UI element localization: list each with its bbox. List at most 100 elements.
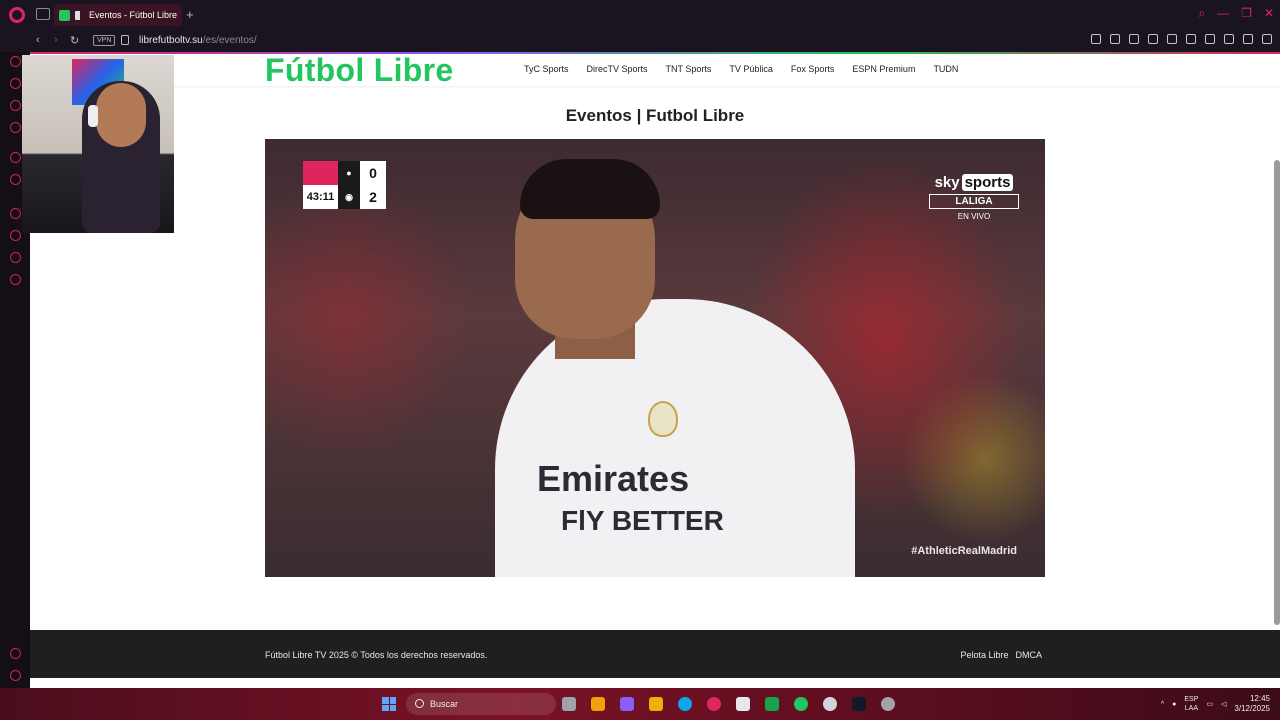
url-path: /es/eventos/ bbox=[202, 35, 257, 46]
volume-icon[interactable]: ◁ bbox=[1221, 700, 1226, 708]
page-title: Eventos | Futbol Libre bbox=[565, 106, 745, 125]
task-view-icon[interactable] bbox=[562, 697, 576, 711]
forward-icon[interactable]: › bbox=[54, 34, 58, 46]
club-crest-icon bbox=[648, 401, 678, 437]
footer-link-pelota-libre[interactable]: Pelota Libre bbox=[960, 650, 1008, 660]
back-icon[interactable]: ‹ bbox=[36, 34, 40, 46]
language-code: ESP bbox=[1184, 696, 1199, 703]
player-icon[interactable] bbox=[1167, 34, 1177, 44]
snapshot-icon[interactable] bbox=[1110, 34, 1120, 44]
copilot-icon[interactable] bbox=[620, 697, 634, 711]
terminal-icon[interactable] bbox=[765, 697, 779, 711]
network-icon[interactable]: ▭ bbox=[1206, 700, 1213, 708]
store-icon[interactable] bbox=[736, 697, 750, 711]
window-controls: ⌕ — ❐ ✕ bbox=[1198, 6, 1274, 21]
nav-link-espn-premium[interactable]: ESPN Premium bbox=[852, 64, 915, 74]
menu-icon[interactable] bbox=[1262, 34, 1272, 44]
web-page: Fútbol Libre TyC Sports DirecTV Sports T… bbox=[30, 52, 1280, 688]
url-field[interactable]: librefutboltv.su/es/eventos/ bbox=[139, 35, 257, 46]
sidebar-ai-icon[interactable] bbox=[10, 56, 21, 67]
microphone-icon[interactable]: ● bbox=[1172, 701, 1176, 708]
app-icon[interactable] bbox=[591, 697, 605, 711]
sidebar-whatsapp-icon[interactable] bbox=[10, 100, 21, 111]
clock-date: 3/12/2025 bbox=[1234, 704, 1270, 713]
reload-icon[interactable]: ↻ bbox=[70, 34, 79, 47]
video-player[interactable]: Emirates FlY BETTER ● 0 43:11 ◉ 2 sky spo… bbox=[265, 139, 1045, 577]
site-header: Fútbol Libre TyC Sports DirecTV Sports T… bbox=[30, 52, 1280, 89]
sidebar-more-icon[interactable] bbox=[10, 670, 21, 681]
player-hair bbox=[520, 159, 660, 219]
streamer-face bbox=[96, 83, 146, 147]
obs-icon[interactable] bbox=[823, 697, 837, 711]
sky-sports-logo: sky sports bbox=[929, 174, 1019, 191]
nav-link-directv-sports[interactable]: DirecTV Sports bbox=[587, 64, 648, 74]
spotify-icon[interactable] bbox=[794, 697, 808, 711]
browser-tab-eventos[interactable]: Eventos - Fútbol Libre bbox=[54, 4, 182, 26]
minimize-icon[interactable]: — bbox=[1217, 6, 1229, 21]
scoreboard: ● 0 43:11 ◉ 2 bbox=[303, 161, 391, 209]
sky-text: sky bbox=[934, 174, 960, 191]
vpn-badge[interactable]: VPN bbox=[93, 35, 116, 46]
app-icon-2[interactable] bbox=[881, 697, 895, 711]
file-explorer-icon[interactable] bbox=[649, 697, 663, 711]
tiktok-icon[interactable] bbox=[852, 697, 866, 711]
nav-link-tyc-sports[interactable]: TyC Sports bbox=[524, 64, 569, 74]
broadcaster-watermark: sky sports LALIGA EN VIVO bbox=[929, 174, 1019, 221]
sidebar-gx-icon[interactable] bbox=[10, 648, 21, 659]
away-team-crest-icon: ◉ bbox=[338, 185, 360, 209]
taskbar-clock[interactable]: 12:45 3/12/2025 bbox=[1234, 694, 1270, 714]
sidebar-messenger-icon[interactable] bbox=[10, 78, 21, 89]
shirt-sponsor-line2: FlY BETTER bbox=[561, 505, 724, 536]
laliga-logo-icon bbox=[303, 161, 338, 185]
webcam-overlay bbox=[22, 55, 174, 233]
windows-start-icon[interactable] bbox=[382, 697, 396, 711]
language-indicator[interactable]: ESP LAA bbox=[1184, 695, 1198, 713]
site-logo[interactable]: Fútbol Libre bbox=[265, 52, 453, 89]
headset-icon bbox=[88, 105, 98, 127]
download-icon[interactable] bbox=[1243, 34, 1253, 44]
edge-icon[interactable] bbox=[678, 697, 692, 711]
nav-link-tv-publica[interactable]: TV Pública bbox=[729, 64, 773, 74]
translate-icon[interactable] bbox=[1148, 34, 1158, 44]
sidebar-twitch-icon[interactable] bbox=[10, 152, 21, 163]
footer-links: Pelota Libre DMCA bbox=[960, 650, 1042, 660]
lock-icon[interactable] bbox=[121, 35, 129, 45]
address-bar: ‹ › ↻ VPN librefutboltv.su/es/eventos/ bbox=[0, 30, 1280, 52]
keyboard-layout: LAA bbox=[1184, 705, 1198, 712]
nav-link-tudn[interactable]: TUDN bbox=[933, 64, 958, 74]
url-host: librefutboltv.su bbox=[139, 35, 203, 46]
opera-gx-icon[interactable] bbox=[707, 697, 721, 711]
tab-menu-icon[interactable] bbox=[36, 8, 50, 20]
sidebar-player-icon[interactable] bbox=[10, 208, 21, 219]
search-tabs-icon[interactable]: ⌕ bbox=[1198, 6, 1205, 21]
heart-icon[interactable] bbox=[1186, 34, 1196, 44]
footer-link-dmca[interactable]: DMCA bbox=[1016, 650, 1043, 660]
system-tray: ^ ● ESP LAA ▭ ◁ 12:45 3/12/2025 bbox=[1161, 694, 1270, 714]
address-bar-actions bbox=[1091, 34, 1272, 44]
sidebar-extensions-icon[interactable] bbox=[10, 252, 21, 263]
windows-taskbar: Buscar ^ ● ESP LAA ▭ ◁ 12:45 3/12/2025 bbox=[0, 688, 1280, 720]
sidebar-history-icon[interactable] bbox=[10, 230, 21, 241]
nav-link-fox-sports[interactable]: Fox Sports bbox=[791, 64, 835, 74]
copyright-text: Fútbol Libre TV 2025 © Todos los derecho… bbox=[265, 650, 488, 660]
close-icon[interactable]: ✕ bbox=[1264, 6, 1274, 21]
sidebar-music-icon[interactable] bbox=[10, 122, 21, 133]
pin-icon[interactable] bbox=[1091, 34, 1101, 44]
maximize-icon[interactable]: ❐ bbox=[1241, 6, 1252, 21]
new-tab-button[interactable]: + bbox=[186, 7, 194, 22]
live-label: EN VIVO bbox=[957, 212, 991, 221]
match-hashtag: #AthleticRealMadrid bbox=[911, 545, 1017, 557]
audio-playing-icon[interactable] bbox=[75, 10, 84, 20]
nav-link-tnt-sports[interactable]: TNT Sports bbox=[666, 64, 712, 74]
page-scrollbar[interactable] bbox=[1274, 160, 1280, 625]
profile-icon[interactable] bbox=[1224, 34, 1234, 44]
sidebar-settings-icon[interactable] bbox=[10, 274, 21, 285]
taskbar-search-box[interactable]: Buscar bbox=[406, 693, 556, 715]
shield-icon[interactable] bbox=[1129, 34, 1139, 44]
sidebar-twitter-icon[interactable] bbox=[10, 174, 21, 185]
opera-logo-icon[interactable] bbox=[9, 7, 25, 23]
tray-overflow-icon[interactable]: ^ bbox=[1161, 701, 1164, 708]
away-score: 2 bbox=[360, 185, 386, 209]
extensions-icon[interactable] bbox=[1205, 34, 1215, 44]
home-team-crest-icon: ● bbox=[338, 161, 360, 185]
